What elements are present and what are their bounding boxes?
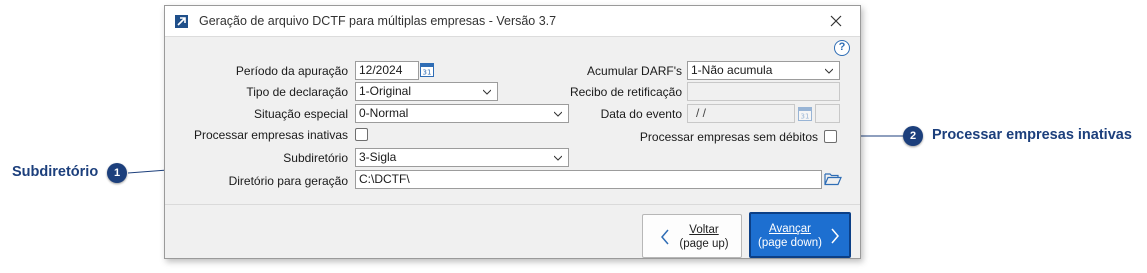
- processar-inativas-label: Processar empresas inativas: [193, 128, 348, 142]
- recibo-label: Recibo de retificação: [569, 85, 682, 99]
- next-button-shortcut: (page down): [758, 237, 822, 249]
- recibo-input[interactable]: [687, 82, 840, 101]
- back-button-label: Voltar: [689, 224, 719, 236]
- svg-text:31: 31: [801, 113, 810, 121]
- help-icon[interactable]: ?: [834, 40, 850, 56]
- close-icon[interactable]: [828, 13, 844, 29]
- footer-divider: [165, 204, 860, 205]
- acumular-label: Acumular DARF's: [587, 64, 682, 78]
- subdiretorio-select[interactable]: 3-Sigla: [355, 148, 569, 167]
- calendar-icon[interactable]: 31: [420, 62, 434, 77]
- tipo-select[interactable]: 1-Original: [355, 82, 498, 101]
- diretorio-label: Diretório para geração: [228, 174, 348, 188]
- back-button-shortcut: (page up): [679, 238, 729, 250]
- chevron-down-icon: [554, 111, 562, 117]
- chevron-down-icon: [825, 68, 833, 74]
- next-button-label: Avançar: [769, 223, 811, 235]
- data-evento-label: Data do evento: [600, 107, 682, 121]
- periodo-label: Período da apuração: [235, 64, 348, 78]
- data-evento-time-input[interactable]: [815, 104, 840, 123]
- tipo-value: 1-Original: [359, 84, 412, 98]
- back-button[interactable]: Voltar (page up): [642, 214, 742, 258]
- callout-1-text: Subdiretório: [12, 164, 99, 180]
- situacao-value: 0-Normal: [359, 106, 409, 120]
- tipo-label: Tipo de declaração: [246, 85, 348, 99]
- diretorio-input[interactable]: C:\DCTF\: [355, 170, 822, 189]
- subdiretorio-label: Subdiretório: [283, 151, 348, 165]
- next-button[interactable]: Avançar (page down): [749, 212, 851, 258]
- data-evento-input[interactable]: / /: [687, 104, 795, 123]
- dialog-window: Geração de arquivo DCTF para múltiplas e…: [164, 5, 861, 259]
- chevron-down-icon: [554, 155, 562, 161]
- acumular-select[interactable]: 1-Não acumula: [687, 61, 840, 80]
- chevron-right-icon: [831, 228, 839, 244]
- periodo-input[interactable]: 12/2024: [355, 61, 419, 80]
- processar-sem-debitos-checkbox[interactable]: [824, 130, 837, 143]
- chevron-down-icon: [483, 89, 491, 95]
- folder-open-icon[interactable]: [824, 172, 842, 186]
- subdiretorio-value: 3-Sigla: [359, 150, 397, 164]
- window-title: Geração de arquivo DCTF para múltiplas e…: [199, 14, 557, 28]
- app-icon: [175, 15, 188, 28]
- callout-1-badge: 1: [107, 163, 127, 183]
- situacao-select[interactable]: 0-Normal: [355, 104, 569, 123]
- callout-2-text: Processar empresas inativas: [932, 127, 1132, 143]
- svg-text:31: 31: [423, 69, 432, 77]
- calendar-icon[interactable]: 31: [798, 106, 812, 121]
- processar-sem-debitos-label: Processar empresas sem débitos: [639, 130, 818, 144]
- processar-inativas-checkbox[interactable]: [355, 128, 368, 141]
- callout-2-badge: 2: [903, 126, 923, 146]
- acumular-value: 1-Não acumula: [691, 63, 773, 77]
- situacao-label: Situação especial: [253, 107, 348, 121]
- title-bar: Geração de arquivo DCTF para múltiplas e…: [165, 6, 860, 37]
